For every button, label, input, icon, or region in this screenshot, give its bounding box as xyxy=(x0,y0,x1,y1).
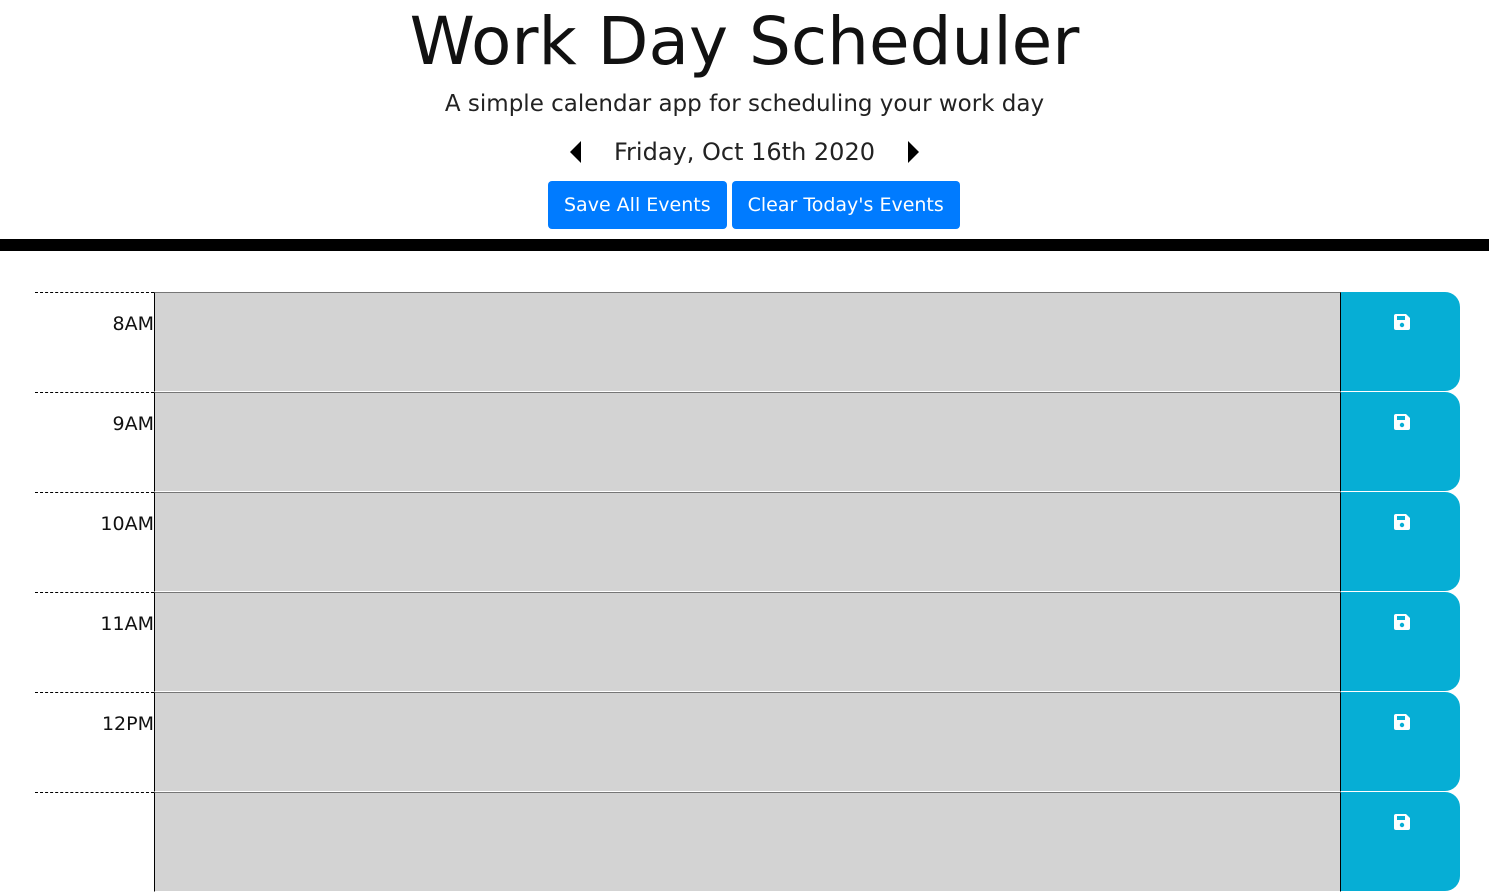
floppy-disk-icon xyxy=(1394,714,1410,730)
event-description-input[interactable] xyxy=(154,792,1341,892)
event-description-input[interactable] xyxy=(154,392,1341,492)
time-block-row: 10AM xyxy=(35,492,1460,592)
floppy-disk-icon xyxy=(1394,614,1410,630)
hour-label: 11AM xyxy=(100,613,154,635)
event-description-input[interactable] xyxy=(154,292,1341,392)
hour-label: 10AM xyxy=(100,513,154,535)
next-day-button[interactable] xyxy=(899,138,927,166)
event-description-input[interactable] xyxy=(154,492,1341,592)
save-event-button[interactable] xyxy=(1341,692,1460,791)
save-event-button[interactable] xyxy=(1341,492,1460,591)
page-subtitle: A simple calendar app for scheduling you… xyxy=(444,91,1045,117)
header-divider xyxy=(0,239,1489,251)
caret-left-icon xyxy=(570,141,581,163)
hour-label: 9AM xyxy=(112,413,154,435)
hour-cell: 9AM xyxy=(35,392,154,492)
event-description-input[interactable] xyxy=(154,592,1341,692)
save-event-button[interactable] xyxy=(1341,392,1460,491)
hour-label: 8AM xyxy=(112,313,154,335)
save-event-button[interactable] xyxy=(1341,592,1460,691)
hour-label: 12PM xyxy=(101,713,154,735)
floppy-disk-icon xyxy=(1394,414,1410,430)
time-block-row: 12PM xyxy=(35,692,1460,792)
time-block-row: 11AM xyxy=(35,592,1460,692)
page-title: Work Day Scheduler xyxy=(409,3,1080,80)
hour-cell: 10AM xyxy=(35,492,154,592)
hour-cell: 12PM xyxy=(35,692,154,792)
floppy-disk-icon xyxy=(1394,514,1410,530)
time-block-row: 9AM xyxy=(35,392,1460,492)
save-all-events-button[interactable]: Save All Events xyxy=(548,181,727,229)
hour-cell: 8AM xyxy=(35,292,154,392)
caret-right-icon xyxy=(908,141,919,163)
time-block-row: 8AM xyxy=(35,292,1460,392)
event-description-input[interactable] xyxy=(154,692,1341,792)
time-block-list: 8AM 9AM 10AM 11AM 12PM xyxy=(35,292,1460,892)
save-event-button[interactable] xyxy=(1341,792,1460,891)
save-event-button[interactable] xyxy=(1341,292,1460,391)
page-header: Work Day Scheduler A simple calendar app… xyxy=(0,0,1489,240)
time-block-row xyxy=(35,792,1460,892)
current-date: Friday, Oct 16th 2020 xyxy=(614,138,875,166)
action-buttons: Save All Events Clear Today's Events xyxy=(548,181,960,229)
hour-cell: 11AM xyxy=(35,592,154,692)
floppy-disk-icon xyxy=(1394,314,1410,330)
date-navigation: Friday, Oct 16th 2020 xyxy=(0,134,1489,170)
previous-day-button[interactable] xyxy=(562,138,590,166)
clear-today-events-button[interactable]: Clear Today's Events xyxy=(731,181,960,229)
hour-cell xyxy=(35,792,154,892)
